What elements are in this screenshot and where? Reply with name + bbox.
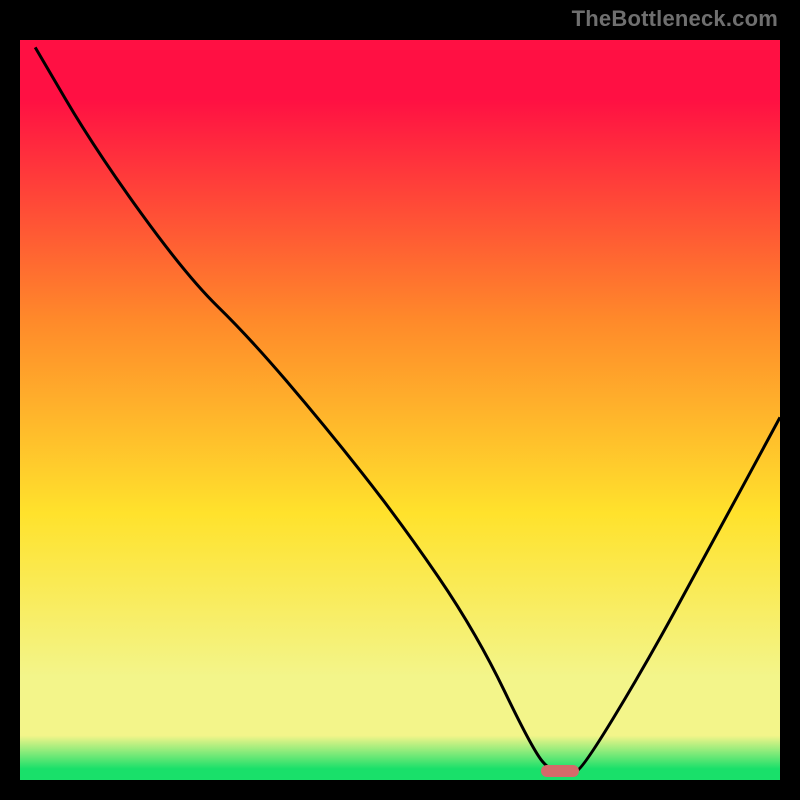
curve-path (35, 47, 780, 772)
chart-container: TheBottleneck.com (0, 0, 800, 800)
plot-area (20, 40, 780, 780)
watermark-text: TheBottleneck.com (572, 6, 778, 32)
optimal-range-marker (541, 765, 579, 777)
bottleneck-curve (20, 40, 780, 780)
